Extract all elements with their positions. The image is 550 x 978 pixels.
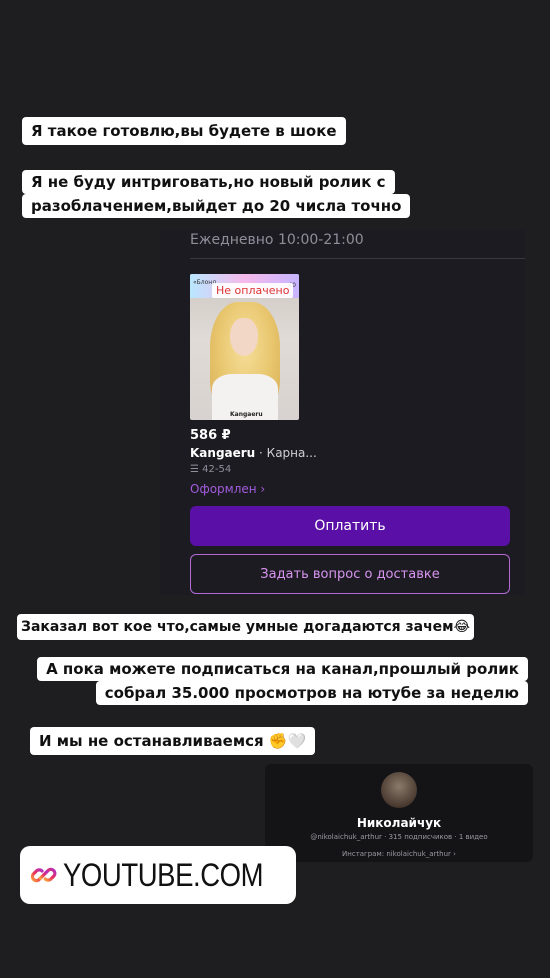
link-text: YOUTUBE.COM <box>63 856 264 893</box>
channel-name: Николайчук <box>356 816 442 830</box>
caption-text: И мы не останавливаемся ✊🤍 <box>39 732 307 750</box>
caption-new-video: Я не буду интриговать,но новый ролик с р… <box>22 170 411 218</box>
pay-button[interactable]: Оплатить <box>190 506 510 546</box>
channel-instagram: Инстаграм: nikolaichuk_arthur › <box>342 850 456 858</box>
caption-not-stopping: И мы не останавливаемся ✊🤍 <box>30 727 316 755</box>
caption-text: Я такое готовлю,вы будете в шоке <box>31 122 337 140</box>
ask-delivery-button[interactable]: Задать вопрос о доставке <box>190 554 510 594</box>
order-status-link[interactable]: Оформлен › <box>190 482 265 496</box>
caption-ordered: Заказал вот кое что,самые умные догадают… <box>17 614 474 640</box>
caption-text: Заказал вот кое что,самые умные догадают… <box>21 619 470 635</box>
caption-subscribe: А пока можете подписаться на канал,прошл… <box>37 657 528 705</box>
channel-meta: @nikolaichuk_arthur · 315 подписчиков · … <box>310 833 488 841</box>
divider <box>190 258 525 259</box>
seller-name: Kangaeru <box>190 446 256 460</box>
size-row: ☰ 42-54 <box>190 464 231 475</box>
size-value: 42-54 <box>202 464 232 475</box>
not-paid-badge: Не оплачено <box>212 283 294 298</box>
order-screenshot: Ежедневно 10:00-21:00 «Блонд 40 Kangaeru… <box>160 230 525 595</box>
product-image[interactable]: «Блонд 40 Kangaeru Не оплачено <box>190 274 299 420</box>
working-hours: Ежедневно 10:00-21:00 <box>190 232 364 248</box>
caption-line: А пока можете подписаться на канал,прошл… <box>37 657 528 681</box>
image-brand: Kangaeru <box>230 411 263 418</box>
caption-line: Я не буду интриговать,но новый ролик с <box>22 170 395 194</box>
size-icon: ☰ <box>190 464 199 475</box>
caption-cooking: Я такое готовлю,вы будете в шоке <box>22 117 346 145</box>
youtube-channel-card[interactable]: Николайчук @nikolaichuk_arthur · 315 под… <box>265 764 533 862</box>
link-sticker[interactable]: YOUTUBE.COM <box>20 846 296 904</box>
caption-line: собрал 35.000 просмотров на ютубе за нед… <box>95 681 528 705</box>
caption-line: разоблачением,выйдет до 20 числа точно <box>22 194 411 218</box>
seller-line: Kangaeru · Карна... <box>190 446 317 460</box>
model-face <box>230 318 258 356</box>
product-price: 586 ₽ <box>190 428 231 443</box>
seller-rest: · Карна... <box>255 446 317 460</box>
channel-avatar <box>381 772 417 808</box>
link-icon <box>30 867 57 883</box>
